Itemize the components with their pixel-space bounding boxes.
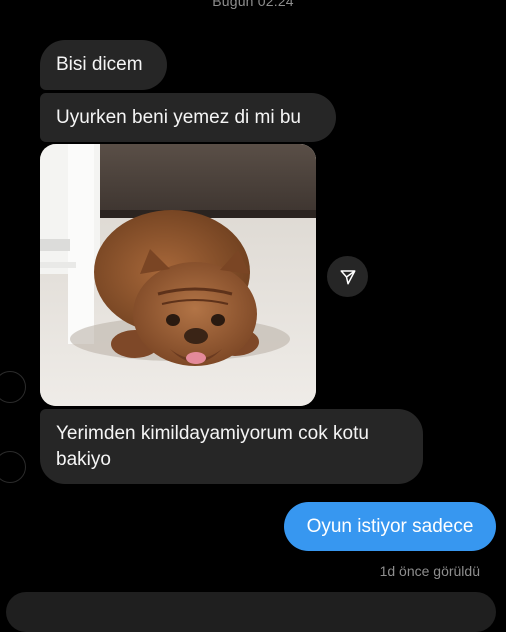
share-button[interactable]	[327, 256, 368, 297]
dog-photo-image	[40, 144, 316, 406]
shared-photo[interactable]	[40, 144, 316, 406]
incoming-message[interactable]: Yerimden kimildayamiyorum cok kotu bakiy…	[40, 409, 423, 484]
message-composer[interactable]	[6, 592, 496, 632]
outgoing-message[interactable]: Oyun istiyor sadece	[284, 502, 496, 551]
send-icon	[340, 269, 355, 284]
seen-status: 1d önce görüldü	[379, 563, 480, 579]
incoming-message[interactable]: Uyurken beni yemez di mi bu	[40, 93, 336, 142]
incoming-message[interactable]: Bisi dicem	[40, 40, 167, 90]
chat-timestamp: Bugün 02:24	[212, 0, 294, 9]
avatar[interactable]	[0, 371, 26, 403]
avatar[interactable]	[0, 451, 26, 483]
